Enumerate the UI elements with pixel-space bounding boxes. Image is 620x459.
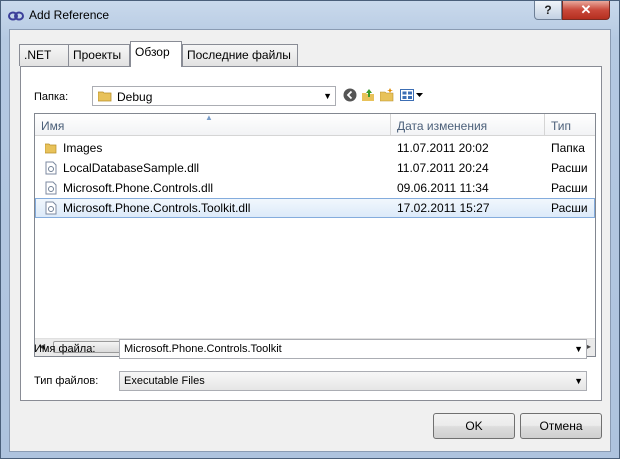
column-header-name[interactable]: Имя ▲	[35, 114, 391, 136]
filetype-label: Тип файлов:	[34, 375, 99, 387]
filetype-select[interactable]: Executable Files ▼	[119, 371, 587, 391]
filename-value: Microsoft.Phone.Controls.Toolkit	[124, 343, 282, 355]
close-button[interactable]: ✕	[562, 1, 610, 20]
folder-combo[interactable]: Debug ▼	[92, 86, 336, 106]
file-name: Microsoft.Phone.Controls.dll	[63, 181, 214, 195]
file-name: Images	[63, 141, 103, 155]
column-header-name-label: Имя	[41, 119, 65, 133]
dialog-client-area: .NET Проекты Обзор Последние файлы Папка…	[9, 29, 611, 452]
tab-projects[interactable]: Проекты	[68, 44, 130, 66]
title-bar[interactable]: Add Reference ? ✕	[1, 1, 619, 29]
list-item[interactable]: Images 11.07.2011 20:02 Папка	[35, 138, 595, 158]
tab-net[interactable]: .NET	[19, 44, 69, 66]
file-type: Расши	[551, 181, 588, 195]
file-list[interactable]: Имя ▲ Дата изменения Тип Images 11.07.20…	[34, 113, 596, 357]
column-header-type[interactable]: Тип	[545, 114, 595, 136]
filename-label: Имя файла:	[34, 343, 96, 355]
up-folder-icon[interactable]	[361, 88, 375, 102]
file-name: Microsoft.Phone.Controls.Toolkit.dll	[63, 201, 251, 215]
file-name: LocalDatabaseSample.dll	[63, 161, 200, 175]
cancel-button[interactable]: Отмена	[520, 413, 602, 439]
file-type: Расши	[551, 161, 588, 175]
filename-field[interactable]: Microsoft.Phone.Controls.Toolkit ▼	[119, 339, 587, 359]
ok-button[interactable]: OK	[433, 413, 515, 439]
dll-file-icon	[45, 201, 57, 215]
list-item[interactable]: LocalDatabaseSample.dll 11.07.2011 20:24…	[35, 158, 595, 178]
filetype-value: Executable Files	[124, 375, 205, 387]
chevron-down-icon: ▼	[323, 91, 332, 101]
chevron-down-icon[interactable]: ▼	[574, 340, 583, 358]
folder-value: Debug	[117, 90, 153, 104]
folder-label: Папка:	[34, 91, 69, 103]
list-item-selected[interactable]: Microsoft.Phone.Controls.Toolkit.dll 17.…	[35, 198, 595, 218]
sort-ascending-icon: ▲	[205, 113, 213, 122]
dialog-window: Add Reference ? ✕ .NET Проекты Обзор Пос…	[0, 0, 620, 459]
file-date: 11.07.2011 20:02	[397, 141, 489, 155]
file-type: Расши	[551, 201, 588, 215]
tab-browse[interactable]: Обзор	[130, 41, 182, 67]
new-folder-icon[interactable]	[380, 88, 394, 102]
file-type: Папка	[551, 141, 585, 155]
dll-file-icon	[45, 181, 57, 195]
file-date: 11.07.2011 20:24	[397, 161, 489, 175]
chevron-down-icon[interactable]: ▼	[574, 372, 583, 390]
view-menu-icon[interactable]	[400, 88, 424, 102]
back-icon[interactable]	[343, 88, 357, 102]
app-icon	[8, 11, 24, 21]
file-date: 09.06.2011 11:34	[397, 181, 489, 195]
help-button[interactable]: ?	[534, 1, 562, 20]
folder-icon	[98, 91, 112, 102]
column-header-date[interactable]: Дата изменения	[391, 114, 545, 136]
window-title: Add Reference	[29, 8, 110, 22]
folder-icon	[45, 143, 57, 154]
dll-file-icon	[45, 161, 57, 175]
list-item[interactable]: Microsoft.Phone.Controls.dll 09.06.2011 …	[35, 178, 595, 198]
file-date: 17.02.2011 15:27	[397, 201, 490, 215]
tab-recent[interactable]: Последние файлы	[182, 44, 298, 66]
